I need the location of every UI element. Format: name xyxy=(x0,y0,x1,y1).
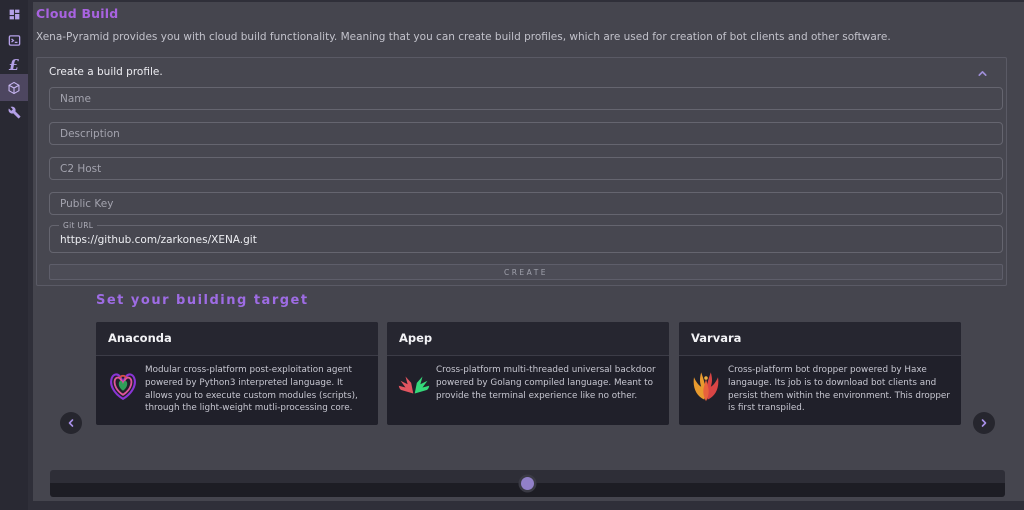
terminal-icon xyxy=(8,34,21,47)
panel-title: Create a build profile. xyxy=(49,66,163,78)
chevron-left-icon xyxy=(65,414,77,433)
card-title: Varvara xyxy=(679,322,961,356)
sidebar-item-tools[interactable] xyxy=(0,100,28,124)
anaconda-icon xyxy=(104,364,142,404)
target-card-varvara[interactable]: Varvara Cross-platform bot dropper power… xyxy=(679,322,961,425)
card-title: Apep xyxy=(387,322,669,356)
sidebar: £ xyxy=(0,0,28,510)
apep-wings-icon xyxy=(395,364,433,396)
card-description: Modular cross-platform post-exploitation… xyxy=(145,365,358,414)
card-description: Cross-platform multi-threaded universal … xyxy=(436,365,656,401)
sidebar-item-terminal[interactable] xyxy=(0,28,28,52)
chevron-right-icon xyxy=(978,414,990,433)
git-url-input[interactable] xyxy=(50,230,1002,250)
target-card-anaconda[interactable]: Anaconda Modular cross-platform post-exp… xyxy=(96,322,378,425)
card-body: Cross-platform bot dropper powered by Ha… xyxy=(679,356,961,421)
sidebar-item-cloud-build[interactable] xyxy=(0,74,28,101)
c2-host-input[interactable] xyxy=(49,157,1003,180)
pound-icon: £ xyxy=(8,55,20,74)
carousel-next-button[interactable] xyxy=(973,412,995,434)
card-body: Modular cross-platform post-exploitation… xyxy=(96,356,378,421)
dashboard-icon xyxy=(8,8,21,21)
description-input[interactable] xyxy=(49,122,1003,145)
card-description: Cross-platform bot dropper powered by Ha… xyxy=(728,365,950,414)
create-profile-panel: Create a build profile. Git URL CREATE xyxy=(36,57,1007,286)
varvara-phoenix-icon xyxy=(687,364,725,404)
page-title: Cloud Build xyxy=(36,6,119,21)
git-url-field: Git URL xyxy=(49,221,1003,253)
git-url-label: Git URL xyxy=(59,221,98,230)
targets-heading: Set your building target xyxy=(96,293,309,308)
carousel-prev-button[interactable] xyxy=(60,412,82,434)
page-description: Xena-Pyramid provides you with cloud bui… xyxy=(36,31,891,43)
carousel-scrollbar[interactable] xyxy=(50,470,1005,497)
target-card-apep[interactable]: Apep Cross-platform multi-threaded unive… xyxy=(387,322,669,425)
sidebar-item-dashboard[interactable] xyxy=(0,2,28,26)
card-title: Anaconda xyxy=(96,322,378,356)
carousel-scrollbar-thumb[interactable] xyxy=(521,477,534,490)
cube-icon xyxy=(7,81,21,95)
public-key-input[interactable] xyxy=(49,192,1003,215)
create-button[interactable]: CREATE xyxy=(49,264,1003,280)
wrench-icon xyxy=(8,106,21,119)
chevron-up-icon[interactable] xyxy=(976,65,989,78)
name-input[interactable] xyxy=(49,87,1003,110)
card-body: Cross-platform multi-threaded universal … xyxy=(387,356,669,408)
